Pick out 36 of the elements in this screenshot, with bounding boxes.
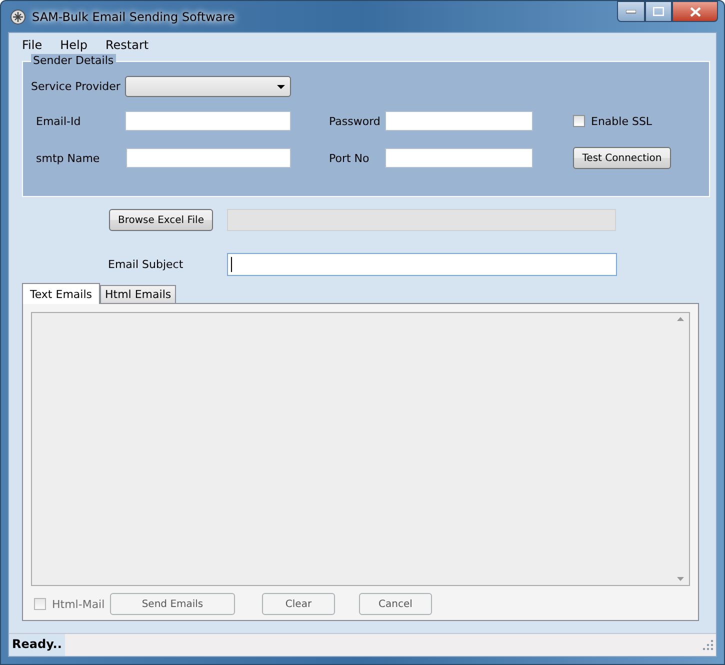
minimize-icon bbox=[626, 10, 636, 14]
checkbox-label: Enable SSL bbox=[591, 114, 652, 128]
email-subject-field[interactable] bbox=[227, 253, 617, 276]
field-label: Email-Id bbox=[35, 114, 82, 128]
smtp-name-field[interactable] bbox=[126, 148, 291, 168]
enable-ssl-checkbox[interactable] bbox=[573, 115, 585, 127]
scroll-down-icon[interactable] bbox=[677, 577, 684, 581]
checkbox-label: Html-Mail bbox=[52, 598, 105, 610]
field-label: Password bbox=[329, 114, 382, 128]
field-label: Service Provider bbox=[31, 80, 122, 93]
tab[interactable]: Html Emails bbox=[100, 285, 176, 303]
password-field[interactable] bbox=[385, 111, 533, 131]
minimize-button[interactable] bbox=[617, 1, 645, 22]
app-icon bbox=[10, 8, 26, 24]
field-label: smtp Name bbox=[35, 152, 101, 164]
maximize-button[interactable] bbox=[645, 1, 672, 22]
scroll-up-icon[interactable] bbox=[677, 317, 684, 321]
service-provider-dropdown[interactable] bbox=[125, 76, 291, 97]
group-title: Sender Details bbox=[31, 54, 116, 67]
status-text: Ready.. bbox=[9, 634, 65, 656]
close-button[interactable] bbox=[672, 1, 718, 22]
menu-item[interactable]: Help bbox=[51, 36, 96, 56]
port-no-field[interactable] bbox=[385, 148, 533, 168]
browse-excel-button[interactable]: Browse Excel File bbox=[109, 209, 213, 231]
menu-item[interactable]: Restart bbox=[96, 36, 158, 56]
email-id-field[interactable] bbox=[125, 111, 291, 131]
close-icon bbox=[690, 6, 700, 16]
field-label: Port No bbox=[329, 152, 370, 164]
test-connection-button[interactable]: Test Connection bbox=[573, 147, 671, 169]
window-title: SAM-Bulk Email Sending Software bbox=[32, 10, 235, 24]
tab[interactable]: Text Emails bbox=[22, 283, 100, 304]
dropdown-arrow-icon bbox=[277, 84, 285, 88]
resize-grip-icon[interactable] bbox=[703, 640, 714, 650]
menu-item[interactable]: File bbox=[13, 36, 52, 56]
maximize-icon bbox=[653, 7, 664, 16]
field-label: Email Subject bbox=[108, 258, 184, 271]
